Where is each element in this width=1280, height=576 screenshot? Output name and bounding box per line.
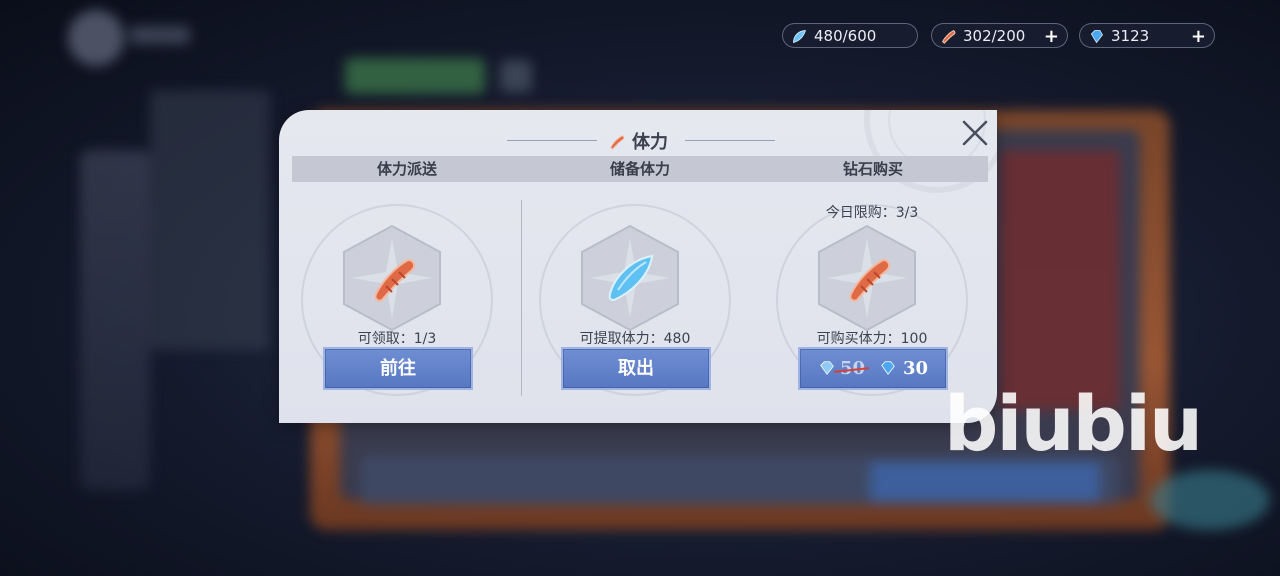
bg-player-name: [130, 26, 190, 44]
bg-icon: [500, 60, 532, 92]
watermark-logo: biubiu: [944, 379, 1203, 468]
sausage-stamina-icon: [849, 258, 891, 302]
column-header-dispatch: 体力派送: [292, 156, 522, 182]
resource-stamina: 302/200 +: [931, 23, 1068, 48]
extractable-stamina: 可提取体力：480: [579, 331, 691, 347]
claimable-count: 可领取：1/3: [357, 331, 437, 347]
daily-limit: 今日限购：3/3: [825, 205, 919, 221]
stamina-dialog: 体力 体力派送 储备体力 钻石购买 可领取：1/3 前往 可提取体力：480 取…: [279, 110, 997, 423]
dialog-header: 体力: [279, 118, 997, 154]
diamond-icon: [1090, 30, 1103, 44]
purchasable-stamina: 可购买体力：100: [816, 331, 928, 347]
stamina-crystal-icon: [608, 254, 654, 302]
resource-stamina-crystal: 480/600: [782, 23, 918, 48]
dispatch-column: 可领取：1/3 前往: [279, 182, 515, 422]
stamina-crystal-icon: [793, 30, 807, 43]
sausage-stamina-icon: [374, 258, 416, 302]
add-diamond-button[interactable]: +: [1191, 24, 1206, 49]
bg-character: [1000, 150, 1120, 410]
bg-side-menu: [80, 150, 150, 490]
withdraw-button[interactable]: 取出: [561, 347, 711, 390]
resource-value: 302/200: [963, 27, 1026, 45]
close-icon[interactable]: [958, 116, 992, 150]
bg-decoration: [1150, 470, 1270, 530]
diamond-icon: [881, 361, 895, 376]
diamond-icon: [820, 361, 834, 376]
column-header-reserve: 储备体力: [522, 156, 758, 182]
resource-value: 480/600: [814, 27, 877, 45]
sausage-stamina-icon: [610, 135, 625, 150]
go-button[interactable]: 前往: [323, 347, 473, 390]
resource-diamond: 3123 +: [1079, 23, 1215, 48]
dialog-title: 体力: [279, 128, 997, 154]
dialog-title-text: 体力: [632, 132, 668, 153]
original-price: 50: [839, 358, 865, 379]
bg-avatar: [68, 10, 124, 66]
bg-button: [870, 462, 1100, 502]
add-stamina-button[interactable]: +: [1044, 24, 1059, 49]
bg-left-panel: [150, 90, 270, 350]
diamond-buy-button[interactable]: 50 30: [798, 347, 948, 390]
resource-value: 3123: [1111, 27, 1150, 45]
column-header-diamond-buy: 钻石购买: [758, 156, 988, 182]
reserve-column: 可提取体力：480 取出: [517, 182, 753, 422]
sausage-stamina-icon: [942, 30, 956, 44]
discount-price: 30: [903, 358, 929, 379]
bg-green-button: [345, 58, 485, 94]
